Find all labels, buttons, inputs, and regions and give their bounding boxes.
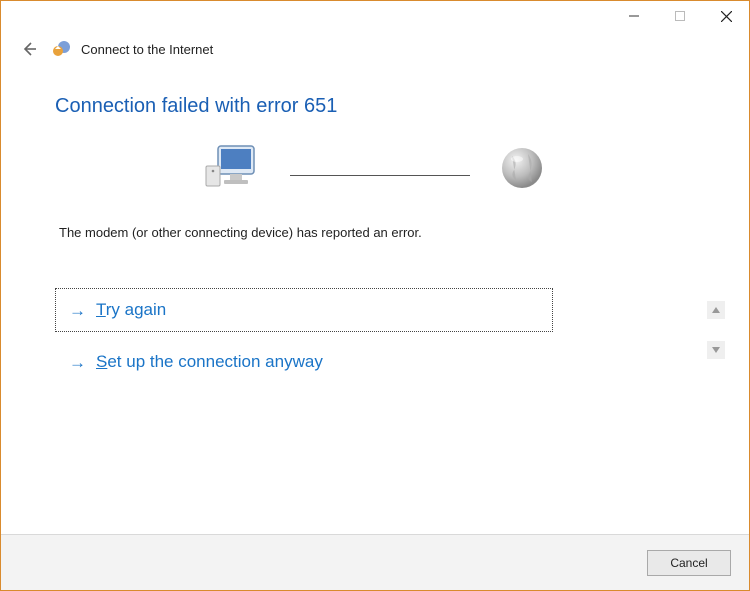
content-area: Connection failed with error 651 [1,65,749,534]
scroll-down-button[interactable] [707,341,725,359]
minimize-icon [629,11,639,21]
scroll-buttons [707,301,725,359]
scroll-up-button[interactable] [707,301,725,319]
globe-icon [498,144,546,195]
maximize-button[interactable] [657,1,703,31]
try-again-label: Try again [96,300,166,320]
minimize-button[interactable] [611,1,657,31]
header-row: Connect to the Internet [1,33,749,65]
wizard-title: Connect to the Internet [81,42,213,57]
setup-anyway-label: Set up the connection anyway [96,352,323,372]
connection-graphic [55,142,695,197]
back-arrow-icon [20,40,38,58]
try-again-option[interactable]: → Try again [55,288,553,332]
scroll-up-icon [712,307,720,313]
page-title: Connection failed with error 651 [55,95,695,118]
titlebar-controls [611,1,749,31]
footer: Cancel [1,534,749,590]
setup-anyway-option[interactable]: → Set up the connection anyway [55,340,553,384]
maximize-icon [675,11,685,21]
computer-monitor-icon [204,142,262,197]
close-icon [721,11,732,22]
back-button[interactable] [17,37,41,61]
close-button[interactable] [703,1,749,31]
wizard-window: Connect to the Internet Connection faile… [0,0,750,591]
network-wizard-icon [51,39,71,59]
option-arrow-icon: → [69,302,86,319]
cancel-button[interactable]: Cancel [647,550,731,576]
option-arrow-icon: → [69,354,86,371]
scroll-down-icon [712,347,720,353]
connection-line [290,175,470,176]
error-message: The modem (or other connecting device) h… [55,225,695,240]
titlebar [1,1,749,33]
